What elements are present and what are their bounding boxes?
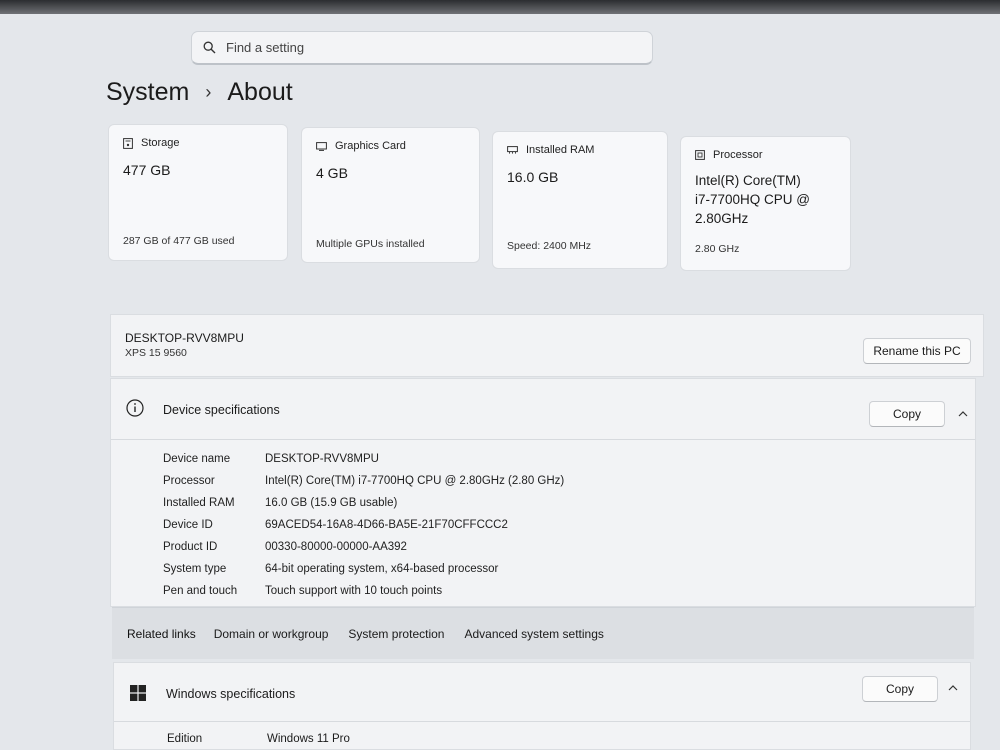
processor-value: Intel(R) Core(TM) i7-7700HQ CPU @ 2.80GH… [695, 171, 810, 228]
processor-speed: 2.80 GHz [695, 243, 740, 255]
search-box[interactable] [191, 31, 653, 65]
graphics-card-value: 4 GB [316, 165, 348, 181]
processor-value-line: Intel(R) Core(TM) [695, 173, 801, 188]
installed-ram-value: 16.0 GB [507, 169, 559, 185]
spec-row: System type 64-bit operating system, x64-… [163, 558, 564, 580]
copy-device-specs-button[interactable]: Copy [869, 401, 945, 427]
processor-value-line: 2.80GHz [695, 211, 749, 226]
spec-label: Edition [167, 733, 203, 745]
spec-value: Intel(R) Core(TM) i7-7700HQ CPU @ 2.80GH… [265, 475, 565, 487]
device-name-panel: DESKTOP-RVV8MPU XPS 15 9560 Rename this … [110, 314, 984, 377]
windows-specifications-panel: Windows specifications Copy Edition Wind… [113, 662, 971, 750]
chevron-right-icon: › [205, 81, 212, 102]
spec-label: Processor [163, 475, 215, 487]
spec-value: 00330-80000-00000-AA392 [265, 541, 407, 553]
spec-value: Windows 11 Pro [267, 733, 350, 745]
windows-specifications-title: Windows specifications [166, 687, 296, 701]
spec-row: Processor Intel(R) Core(TM) i7-7700HQ CPU… [163, 470, 564, 492]
spec-label: System type [163, 563, 227, 575]
spec-row: Product ID 00330-80000-00000-AA392 [163, 536, 564, 558]
graphics-card-icon [316, 141, 327, 151]
spec-label: Installed RAM [163, 497, 235, 509]
search-icon [203, 41, 216, 54]
device-name: DESKTOP-RVV8MPU [125, 331, 244, 345]
device-specifications-header[interactable]: Device specifications Copy [111, 379, 975, 440]
storage-card[interactable]: Storage 477 GB 287 GB of 477 GB used [108, 124, 288, 261]
spec-label: Device ID [163, 519, 213, 531]
spec-row: Installed RAM 16.0 GB (15.9 GB usable) [163, 492, 564, 514]
ram-speed: Speed: 2400 MHz [507, 240, 592, 252]
spec-row: Edition Windows 11 Pro [167, 733, 350, 745]
search-input[interactable] [226, 40, 606, 55]
spec-value: 69ACED54-16A8-4D66-BA5E-21F70CFFCCC2 [265, 519, 508, 531]
installed-ram-card[interactable]: Installed RAM 16.0 GB Speed: 2400 MHz [492, 131, 668, 269]
storage-usage: 287 GB of 477 GB used [123, 235, 235, 247]
spec-row: Device ID 69ACED54-16A8-4D66-BA5E-21F70CF… [163, 514, 564, 536]
processor-card[interactable]: Processor Intel(R) Core(TM) i7-7700HQ CP… [680, 136, 851, 271]
spec-value: DESKTOP-RVV8MPU [265, 453, 379, 465]
rename-pc-button[interactable]: Rename this PC [863, 338, 971, 364]
spec-value: 64-bit operating system, x64-based proce… [265, 563, 499, 575]
device-specs-list: Device name DESKTOP-RVV8MPU Processor Inte… [163, 448, 564, 602]
related-links-bar: Related links Domain or workgroup System… [112, 607, 974, 659]
processor-value-line: i7-7700HQ CPU @ [695, 192, 810, 207]
spec-label: Product ID [163, 541, 218, 553]
system-protection-link[interactable]: System protection [348, 627, 444, 641]
breadcrumb: System › About [106, 74, 293, 110]
device-model: XPS 15 9560 [125, 347, 187, 359]
graphics-card-card[interactable]: Graphics Card 4 GB Multiple GPUs install… [301, 127, 480, 263]
info-icon [126, 399, 144, 417]
processor-icon [695, 150, 705, 160]
spec-row: Device name DESKTOP-RVV8MPU [163, 448, 564, 470]
graphics-card-info: Multiple GPUs installed [316, 238, 425, 250]
ram-icon [507, 146, 518, 154]
related-links-title: Related links [127, 626, 196, 641]
spec-label: Device name [163, 453, 231, 465]
chevron-up-icon[interactable] [954, 405, 972, 423]
advanced-system-settings-link[interactable]: Advanced system settings [464, 627, 603, 641]
spec-row: Pen and touch Touch support with 10 touch… [163, 580, 564, 602]
graphics-card-label: Graphics Card [335, 140, 406, 152]
storage-label: Storage [141, 137, 180, 149]
installed-ram-label: Installed RAM [526, 144, 595, 156]
storage-icon [123, 137, 133, 149]
spec-label: Pen and touch [163, 585, 238, 597]
window-top-edge [0, 0, 1000, 14]
spec-value: 16.0 GB (15.9 GB usable) [265, 497, 398, 509]
storage-value: 477 GB [123, 162, 171, 178]
spec-value: Touch support with 10 touch points [265, 585, 443, 597]
domain-workgroup-link[interactable]: Domain or workgroup [214, 627, 329, 641]
breadcrumb-parent[interactable]: System [106, 78, 189, 107]
windows-specifications-header[interactable]: Windows specifications Copy [114, 663, 970, 722]
processor-label: Processor [713, 149, 763, 161]
page-title: About [227, 77, 293, 106]
device-specifications-title: Device specifications [163, 403, 280, 417]
windows-logo-icon [130, 685, 146, 701]
chevron-up-icon[interactable] [944, 679, 962, 697]
copy-windows-specs-button[interactable]: Copy [862, 676, 938, 702]
